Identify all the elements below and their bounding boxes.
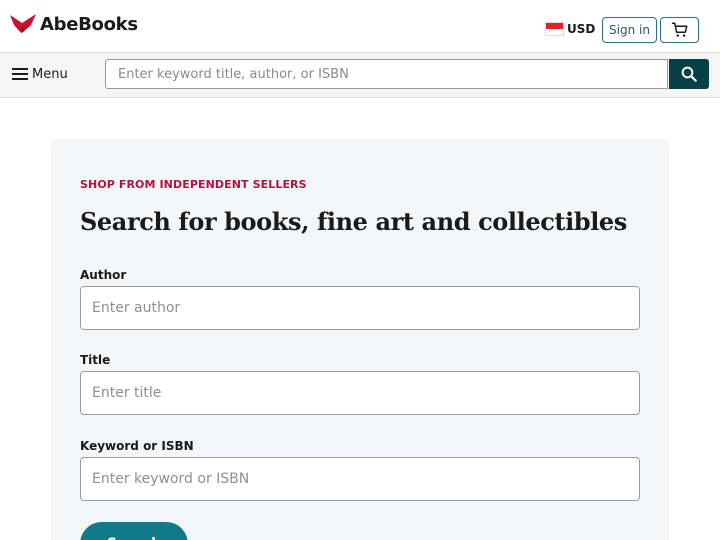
currency-label: USD xyxy=(567,22,596,36)
eyebrow-text: SHOP FROM INDEPENDENT SELLERS xyxy=(80,178,307,191)
logo-link[interactable]: AbeBooks xyxy=(9,10,138,38)
search-icon xyxy=(681,66,697,82)
singapore-flag-icon xyxy=(545,22,564,36)
nav-bar: Menu xyxy=(0,52,720,98)
title-input[interactable] xyxy=(80,371,640,415)
keyword-label: Keyword or ISBN xyxy=(80,439,194,453)
cart-button[interactable] xyxy=(660,17,699,43)
hamburger-icon xyxy=(12,68,28,80)
menu-label: Menu xyxy=(32,66,68,82)
title-label: Title xyxy=(80,353,111,367)
advanced-search-card: SHOP FROM INDEPENDENT SELLERS Search for… xyxy=(51,138,669,540)
page-title: Search for books, fine art and collectib… xyxy=(80,207,627,236)
currency-selector[interactable]: USD xyxy=(545,20,595,38)
sign-in-button[interactable]: Sign in xyxy=(602,17,657,43)
cart-icon xyxy=(671,22,687,37)
search-input[interactable] xyxy=(105,59,668,89)
search-submit-button[interactable]: Search xyxy=(80,522,188,540)
logo-text: AbeBooks xyxy=(40,13,138,35)
top-header: AbeBooks USD Sign in xyxy=(0,0,720,52)
author-input[interactable] xyxy=(80,286,640,330)
abebooks-bird-icon xyxy=(10,14,36,33)
author-label: Author xyxy=(80,268,127,282)
search-button[interactable] xyxy=(669,59,709,89)
menu-button[interactable]: Menu xyxy=(12,64,68,84)
keyword-input[interactable] xyxy=(80,457,640,501)
